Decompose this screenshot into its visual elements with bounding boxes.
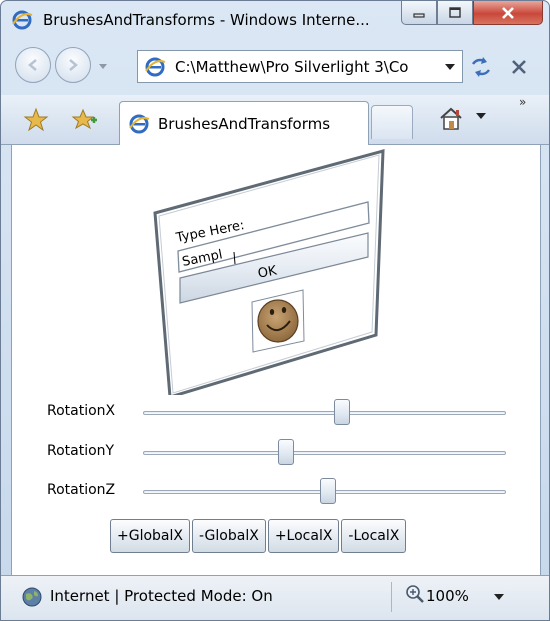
globe-icon [22,587,42,607]
slider-track[interactable] [143,411,506,415]
page-icon [129,114,150,134]
security-zone-status[interactable]: Internet | Protected Mode: On [50,587,273,605]
back-arrow-icon [28,59,37,71]
status-bar: Internet | Protected Mode: On 100% [1,575,549,620]
slider-label: RotationZ [47,482,116,498]
slider-track[interactable] [143,451,506,455]
tab-brushes-and-transforms[interactable]: BrushesAndTransforms [119,101,369,146]
zoom-dropdown-icon[interactable] [493,592,505,602]
slider-label: RotationY [47,443,115,459]
zoom-level[interactable]: 100% [426,587,469,605]
back-button[interactable] [15,47,51,83]
minimize-button[interactable] [401,1,437,25]
add-to-favorites-icon[interactable] [71,107,99,133]
close-window-button[interactable] [473,1,543,25]
home-icon[interactable] [437,105,465,133]
zoom-magnifier-icon[interactable] [405,584,425,606]
forward-button[interactable] [55,47,91,83]
address-bar[interactable]: C:\Matthew\Pro Silverlight 3\Co [137,50,463,83]
tab-label: BrushesAndTransforms [158,115,331,133]
global-x-minus-button[interactable]: -GlobalX [191,519,266,553]
local-x-plus-button[interactable]: +LocalX [267,519,340,553]
window-title: BrushesAndTransforms - Windows Interne..… [43,11,370,29]
slider-rotation-z: RotationZ [12,476,542,506]
navigation-bar: C:\Matthew\Pro Silverlight 3\Co [1,39,549,95]
more-toolbar-chevron-icon[interactable]: » [519,95,526,109]
slider-thumb[interactable] [319,478,336,504]
slider-thumb[interactable] [333,399,350,425]
status-divider [391,582,392,612]
maximize-icon [449,6,461,18]
page-icon [145,57,166,76]
recent-pages-dropdown-icon[interactable] [97,61,109,71]
slider-rotation-y: RotationY [12,437,542,467]
page-content: Type Here: Sampl OK RotationX RotationY … [11,145,541,575]
tab-bar: BrushesAndTransforms » [1,95,549,146]
favorites-star-icon[interactable] [23,107,49,133]
maximize-button[interactable] [437,1,473,25]
transformed-panel: Type Here: Sampl OK [153,149,385,395]
smiley-face-icon [257,299,299,343]
refresh-icon [472,56,490,77]
new-tab-button[interactable] [371,105,413,139]
address-dropdown-icon[interactable] [444,62,456,72]
stop-icon [512,59,526,74]
internet-explorer-icon [12,10,33,30]
minimize-icon [413,12,425,18]
slider-label: RotationX [47,403,116,419]
transform-button-row: +GlobalX -GlobalX +LocalX -LocalX [110,519,407,553]
stop-button[interactable] [501,50,537,83]
browser-window: BrushesAndTransforms - Windows Interne..… [0,0,550,621]
home-dropdown-icon[interactable] [475,111,487,121]
local-x-minus-button[interactable]: -LocalX [341,519,407,553]
refresh-button[interactable] [463,50,499,83]
forward-arrow-icon [69,59,78,71]
address-input[interactable]: C:\Matthew\Pro Silverlight 3\Co [175,58,431,76]
global-x-plus-button[interactable]: +GlobalX [110,519,190,553]
close-icon [502,6,514,19]
slider-thumb[interactable] [278,439,295,465]
slider-rotation-x: RotationX [12,397,542,427]
title-bar[interactable]: BrushesAndTransforms - Windows Interne..… [1,1,549,39]
